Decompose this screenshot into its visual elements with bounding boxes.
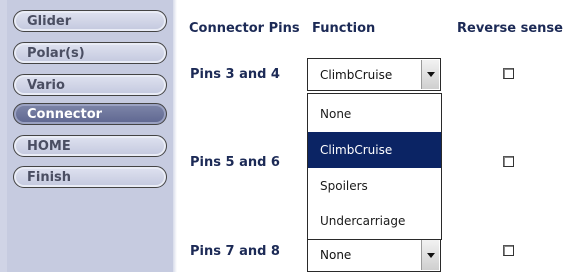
chevron-down-icon[interactable] bbox=[421, 240, 439, 270]
nav-button-label: HOME bbox=[27, 138, 71, 154]
dropdown-option-spoilers[interactable]: Spoilers bbox=[308, 168, 441, 204]
nav-button-label: Glider bbox=[27, 13, 72, 29]
column-header-function: Function bbox=[312, 21, 376, 36]
chevron-down-icon[interactable] bbox=[421, 60, 439, 89]
dropdown-option-climbcruise[interactable]: ClimbCruise bbox=[308, 132, 441, 168]
nav-button-glider[interactable]: Glider bbox=[13, 10, 167, 32]
column-header-reverse-sense: Reverse sense? bbox=[457, 21, 563, 36]
nav-button-label: Finish bbox=[27, 169, 72, 185]
sidebar-edge bbox=[173, 0, 177, 272]
sidebar: Glider Polar(s) Vario Connector HOME Fin… bbox=[0, 0, 177, 272]
reverse-checkbox-pins-7-8[interactable] bbox=[503, 245, 514, 256]
nav-button-label: Polar(s) bbox=[27, 45, 85, 61]
function-dropdown-list[interactable]: None ClimbCruise Spoilers Undercarriage bbox=[307, 93, 442, 240]
reverse-checkbox-pins-5-6[interactable] bbox=[503, 156, 514, 167]
function-select-pins-7-8[interactable]: None bbox=[307, 238, 441, 272]
row-label-pins-3-4: Pins 3 and 4 bbox=[190, 67, 280, 82]
nav-button-vario[interactable]: Vario bbox=[13, 74, 167, 96]
nav-button-polars[interactable]: Polar(s) bbox=[13, 42, 167, 64]
dropdown-option-undercarriage[interactable]: Undercarriage bbox=[308, 203, 441, 239]
row-label-pins-5-6: Pins 5 and 6 bbox=[190, 155, 280, 170]
reverse-checkbox-pins-3-4[interactable] bbox=[503, 68, 514, 79]
function-select-pins-3-4[interactable]: ClimbCruise bbox=[307, 58, 441, 91]
row-label-pins-7-8: Pins 7 and 8 bbox=[190, 244, 280, 259]
nav-button-home[interactable]: HOME bbox=[13, 135, 167, 157]
nav-button-connector[interactable]: Connector bbox=[13, 103, 167, 125]
sidebar-divider bbox=[0, 0, 7, 272]
nav-button-finish[interactable]: Finish bbox=[13, 166, 167, 188]
dropdown-option-none[interactable]: None bbox=[308, 96, 441, 132]
nav-button-label: Vario bbox=[27, 77, 65, 93]
column-header-connector-pins: Connector Pins bbox=[189, 21, 300, 36]
select-value: ClimbCruise bbox=[320, 67, 393, 82]
nav-button-label: Connector bbox=[27, 106, 103, 122]
select-value: None bbox=[320, 248, 352, 262]
